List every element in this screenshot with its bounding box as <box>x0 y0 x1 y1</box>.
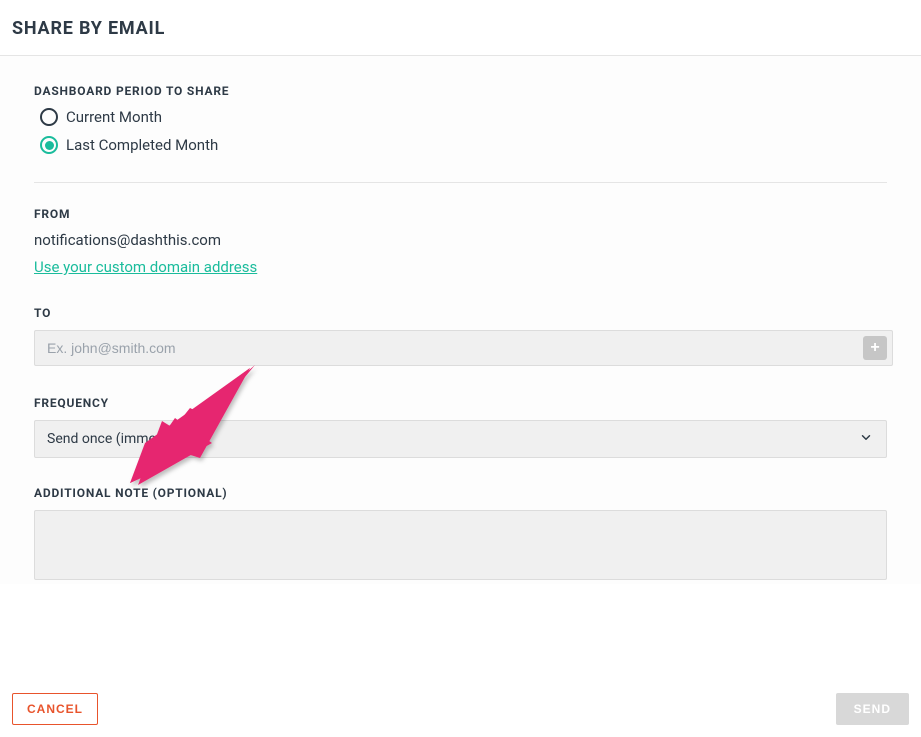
cancel-button[interactable]: CANCEL <box>12 693 98 725</box>
frequency-select-wrap: Send once (immediately) <box>34 420 887 458</box>
frequency-select[interactable]: Send once (immediately) <box>34 420 887 458</box>
from-email-value: notifications@dashthis.com <box>34 231 887 249</box>
radio-last-completed-month[interactable]: Last Completed Month <box>40 136 887 154</box>
add-recipient-button[interactable]: + <box>863 336 887 360</box>
custom-domain-link[interactable]: Use your custom domain address <box>34 258 257 276</box>
additional-note-textarea[interactable] <box>34 510 887 580</box>
modal-header: SHARE BY EMAIL <box>0 0 921 56</box>
frequency-label: FREQUENCY <box>34 396 887 410</box>
modal-title: SHARE BY EMAIL <box>12 18 909 39</box>
modal-footer: CANCEL SEND <box>0 681 921 737</box>
to-input-wrap: + <box>34 330 887 366</box>
period-label: DASHBOARD PERIOD TO SHARE <box>34 84 887 98</box>
send-button[interactable]: SEND <box>836 693 909 725</box>
note-section: ADDITIONAL NOTE (OPTIONAL) <box>34 486 887 584</box>
from-label: FROM <box>34 207 887 221</box>
radio-circle-selected-icon <box>40 136 58 154</box>
radio-label: Current Month <box>66 108 162 126</box>
radio-label: Last Completed Month <box>66 136 218 154</box>
note-label: ADDITIONAL NOTE (OPTIONAL) <box>34 486 887 500</box>
radio-current-month[interactable]: Current Month <box>40 108 887 126</box>
to-label: TO <box>34 306 887 320</box>
modal-content: DASHBOARD PERIOD TO SHARE Current Month … <box>0 56 921 584</box>
period-radio-group: Current Month Last Completed Month <box>34 108 887 154</box>
from-section: FROM notifications@dashthis.com Use your… <box>34 207 887 276</box>
plus-icon: + <box>870 339 879 357</box>
frequency-section: FREQUENCY Send once (immediately) <box>34 396 887 458</box>
divider <box>34 182 887 183</box>
period-section: DASHBOARD PERIOD TO SHARE Current Month … <box>34 84 887 154</box>
to-email-input[interactable] <box>34 330 893 366</box>
to-section: TO + <box>34 306 887 366</box>
radio-dot-icon <box>45 141 54 150</box>
radio-circle-icon <box>40 108 58 126</box>
